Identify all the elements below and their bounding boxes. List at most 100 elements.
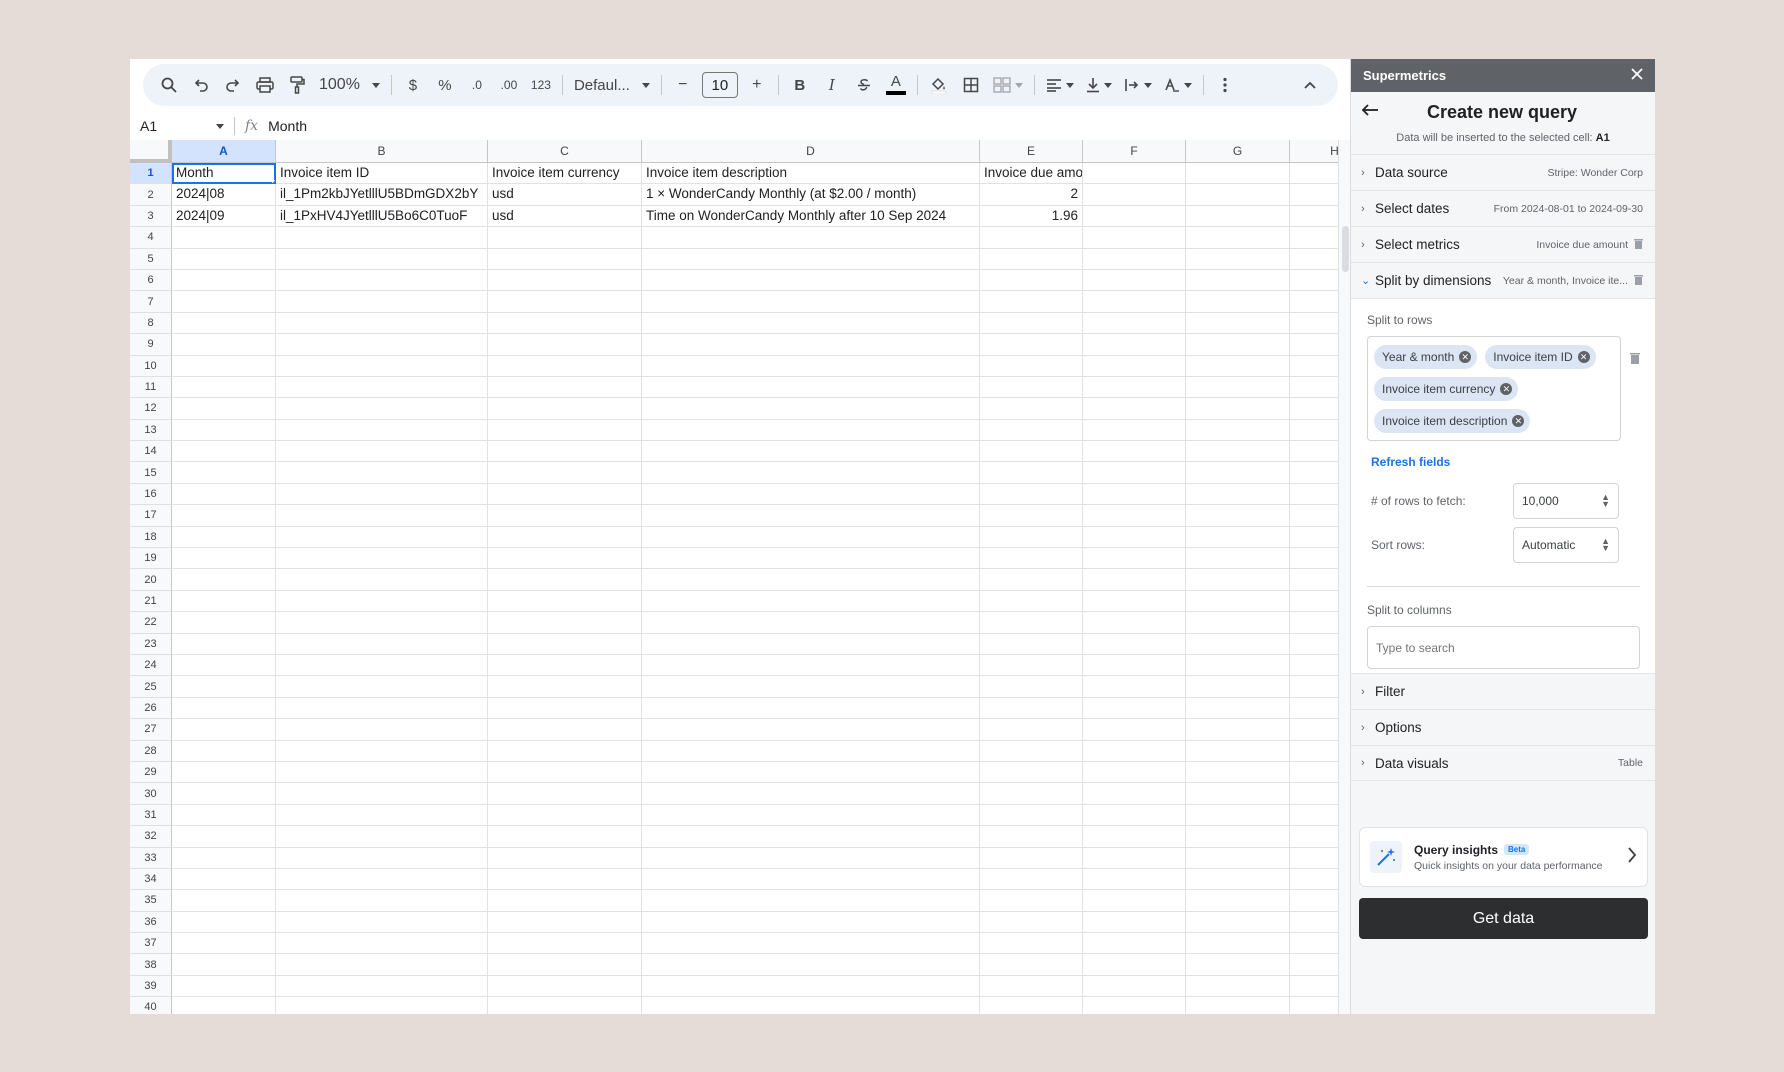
cell[interactable] [1186,654,1290,677]
cell[interactable] [1186,933,1290,955]
column-header[interactable]: A [172,140,276,163]
cell[interactable] [1290,377,1338,399]
cell[interactable]: Time on WonderCandy Monthly after 10 Sep… [642,205,980,228]
select-all-corner[interactable] [130,140,172,163]
cell[interactable] [1290,848,1338,869]
query-insights-card[interactable]: Query insights Beta Quick insights on yo… [1359,827,1648,887]
cell[interactable] [1083,441,1186,463]
cell[interactable] [1186,826,1290,848]
cell[interactable] [172,719,276,741]
cell[interactable] [642,911,980,934]
fill-handle[interactable] [272,180,275,184]
cell[interactable] [980,441,1083,463]
cell[interactable] [1083,483,1186,506]
cell[interactable] [1290,334,1338,356]
cell[interactable] [1290,634,1338,655]
cell[interactable] [276,312,488,335]
section-data-source[interactable]: › Data source Stripe: Wonder Corp [1351,154,1655,190]
cell[interactable] [172,483,276,506]
row-header[interactable]: 18 [130,526,172,549]
cell[interactable] [276,826,488,848]
cell[interactable] [1186,483,1290,506]
cell[interactable] [1083,997,1186,1014]
cell[interactable] [276,719,488,741]
cell[interactable] [276,355,488,377]
row-header[interactable]: 24 [130,654,172,677]
cell[interactable] [1290,527,1338,549]
cell[interactable] [1186,269,1290,292]
row-header[interactable]: 28 [130,740,172,762]
cell[interactable] [980,975,1083,998]
remove-chip-icon[interactable]: ✕ [1459,351,1472,363]
cell[interactable] [1083,804,1186,827]
cell[interactable] [172,398,276,420]
cell[interactable] [1083,227,1186,249]
cell[interactable] [642,761,980,784]
row-header[interactable]: 10 [130,355,172,377]
cell[interactable] [488,826,642,848]
trash-icon[interactable] [1630,351,1640,369]
cell[interactable] [642,334,980,356]
cell[interactable] [642,526,980,549]
cell[interactable] [1290,719,1338,741]
zoom-select[interactable]: 100% [315,69,384,101]
vertical-align-icon[interactable] [1082,69,1116,101]
cell[interactable] [276,526,488,549]
row-header[interactable]: 39 [130,975,172,998]
cell[interactable] [1083,654,1186,677]
cell[interactable] [1083,569,1186,591]
cell[interactable] [980,633,1083,655]
cell[interactable] [1083,612,1186,634]
cell[interactable] [980,804,1083,827]
cell[interactable] [1186,227,1290,249]
cell[interactable] [1186,398,1290,420]
cell[interactable] [172,419,276,442]
cell[interactable]: usd [488,184,642,206]
cell[interactable] [1186,441,1290,463]
cell[interactable] [488,269,642,292]
cell[interactable] [642,505,980,527]
cell[interactable] [642,441,980,463]
cell[interactable] [642,612,980,634]
cell[interactable] [1290,698,1338,720]
row-header[interactable]: 5 [130,248,172,270]
dimension-chip[interactable]: Invoice item description ✕ [1374,409,1531,433]
row-header[interactable]: 31 [130,804,172,827]
cell[interactable] [276,462,488,484]
row-header[interactable]: 35 [130,890,172,912]
cell[interactable] [276,847,488,869]
cell[interactable] [488,654,642,677]
row-header[interactable]: 16 [130,483,172,506]
cell[interactable] [1290,976,1338,998]
cell[interactable] [1186,954,1290,976]
redo-icon[interactable] [219,69,247,101]
cell[interactable] [276,933,488,955]
cell[interactable] [980,505,1083,527]
cell[interactable] [1083,419,1186,442]
cell[interactable] [980,612,1083,634]
cell[interactable] [276,334,488,356]
cell[interactable] [980,526,1083,549]
cell[interactable] [642,826,980,848]
row-header[interactable]: 2 [130,184,172,206]
cell[interactable] [980,248,1083,270]
cell[interactable] [1186,248,1290,270]
cell[interactable] [980,419,1083,442]
remove-chip-icon[interactable]: ✕ [1500,383,1513,395]
number-format-button[interactable]: 123 [527,69,555,101]
cell[interactable] [276,398,488,420]
row-header[interactable]: 14 [130,441,172,463]
row-header[interactable]: 25 [130,676,172,698]
cell[interactable]: Invoice due amount [980,163,1083,185]
cell[interactable] [642,248,980,270]
cell[interactable] [642,654,980,677]
cell[interactable] [276,890,488,912]
cell[interactable] [1083,312,1186,335]
cell[interactable] [1290,741,1338,762]
font-family-select[interactable]: Defaul... [570,69,654,101]
cell[interactable] [488,569,642,591]
vertical-scrollbar[interactable] [1338,140,1350,1014]
cell[interactable] [980,291,1083,313]
cell[interactable]: Invoice item ID [276,163,488,185]
cell[interactable] [1186,291,1290,313]
